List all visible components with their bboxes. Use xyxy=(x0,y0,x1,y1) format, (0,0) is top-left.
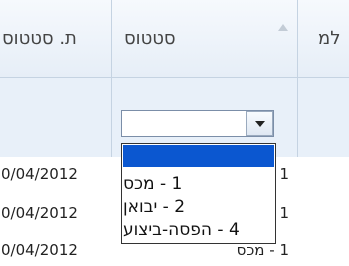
column-header-label: ת. סטטוס xyxy=(2,28,77,49)
dropdown-button[interactable] xyxy=(246,111,273,136)
status-date-cell: 0/04/2012 xyxy=(1,204,78,222)
dropdown-option-customs[interactable]: 1 - מכס xyxy=(123,174,274,196)
status-cell: 1 xyxy=(279,165,289,183)
sort-ascending-icon xyxy=(278,24,288,31)
column-header-label: סטטוס xyxy=(124,28,176,49)
status-cell: 1 xyxy=(279,204,289,222)
status-date-cell: 0/04/2012 xyxy=(1,241,78,259)
column-header-status-date[interactable]: ת. סטטוס xyxy=(0,0,111,77)
option-label: 1 - מכס xyxy=(123,174,183,194)
filter-cell-truncated xyxy=(297,78,349,157)
dropdown-option-empty[interactable] xyxy=(123,145,274,167)
column-header-label: למ xyxy=(318,28,341,49)
filter-cell-status-date xyxy=(0,78,111,157)
status-date-cell: 0/04/2012 xyxy=(1,165,78,183)
status-dropdown-list: 1 - מכס 2 - יבואן 4 - הפסה-ביצוע xyxy=(121,143,276,244)
option-label: 2 - יבואן xyxy=(123,197,186,217)
column-header-status[interactable]: סטטוס xyxy=(111,0,297,77)
chevron-down-icon xyxy=(255,121,265,127)
column-header-truncated[interactable]: למ xyxy=(297,0,349,77)
grid-header-row: ת. סטטוס סטטוס למ xyxy=(0,0,349,78)
data-grid: ת. סטטוס סטטוס למ 0/04/2012 1 0/04/2012 … xyxy=(0,0,349,266)
dropdown-option-execution[interactable]: 4 - הפסה-ביצוע xyxy=(123,220,274,242)
dropdown-option-importer[interactable]: 2 - יבואן xyxy=(123,197,274,219)
option-label: 4 - הפסה-ביצוע xyxy=(123,220,240,240)
